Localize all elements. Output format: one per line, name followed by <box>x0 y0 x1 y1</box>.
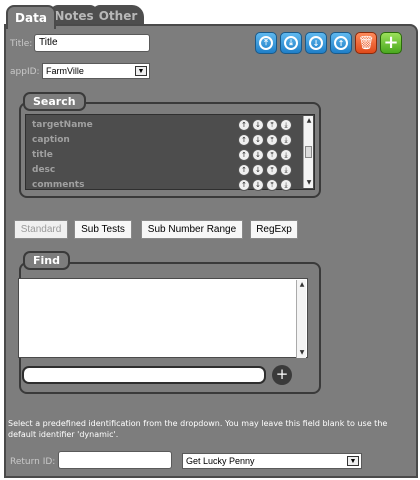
move-up-icon[interactable]: ↑ <box>238 178 250 191</box>
chevron-down-icon: ▼ <box>135 66 147 76</box>
move-top-icon[interactable]: ⤒ <box>266 118 278 131</box>
move-up-icon: ↑ <box>334 36 348 50</box>
row-actions: ↑ ↓ ⤒ ⤓ <box>238 148 292 161</box>
sub-number-range-button[interactable]: Sub Number Range <box>141 220 243 239</box>
tab-label: Other <box>98 9 138 23</box>
scroll-up-icon[interactable]: ▲ <box>304 116 314 126</box>
help-text: Select a predefined identification from … <box>8 419 388 439</box>
move-up-button[interactable]: ↑ <box>330 32 352 54</box>
standard-button[interactable]: Standard <box>14 220 68 239</box>
list-item[interactable]: desc ↑ ↓ ⤒ ⤓ <box>32 162 300 177</box>
appid-label: appID: <box>10 67 40 77</box>
move-up-icon[interactable]: ↑ <box>238 163 250 176</box>
tab-data[interactable]: Data <box>6 5 56 29</box>
move-down-button[interactable]: ↓ <box>305 32 327 54</box>
expand-button[interactable]: ⤓ <box>280 32 302 54</box>
data-panel: Title: Title appID: FarmVille ▼ ⤒ ⤓ ↓ ↑ … <box>4 24 418 478</box>
textarea-scrollbar[interactable]: ▲ ▼ <box>296 280 306 358</box>
plus-icon: + <box>275 365 289 383</box>
scroll-down-icon[interactable]: ▼ <box>304 178 314 188</box>
row-actions: ↑ ↓ ⤒ ⤓ <box>238 118 292 131</box>
collapse-button[interactable]: ⤒ <box>255 32 277 54</box>
find-textarea[interactable]: ▲ ▼ <box>18 278 308 358</box>
field-name: caption <box>32 134 70 145</box>
field-name: targetName <box>32 119 93 130</box>
move-down-icon[interactable]: ↓ <box>252 133 264 146</box>
list-item[interactable]: title ↑ ↓ ⤒ ⤓ <box>32 147 300 162</box>
field-name: comments <box>32 179 85 190</box>
add-button[interactable]: + <box>380 32 402 54</box>
search-section: targetName ↑ ↓ ⤒ ⤓ caption ↑ ↓ ⤒ ⤓ title <box>19 102 321 198</box>
find-input[interactable] <box>22 366 266 384</box>
find-section-title: Find <box>23 251 70 270</box>
field-name: desc <box>32 164 56 175</box>
tab-label: Notes <box>54 9 94 23</box>
move-bottom-icon[interactable]: ⤓ <box>280 133 292 146</box>
search-section-title: Search <box>23 92 86 111</box>
title-input[interactable]: Title <box>34 34 150 52</box>
row-actions: ↑ ↓ ⤒ ⤓ <box>238 133 292 146</box>
appid-value: FarmVille <box>46 66 84 76</box>
delete-button[interactable]: 🗑 <box>355 32 377 54</box>
list-scrollbar[interactable]: ▲ ▼ <box>303 116 313 188</box>
return-id-label: Return ID: <box>10 457 56 467</box>
appid-select[interactable]: FarmVille ▼ <box>42 63 150 79</box>
collapse-icon: ⤒ <box>259 36 273 50</box>
regexp-button[interactable]: RegExp <box>250 220 298 239</box>
move-top-icon[interactable]: ⤒ <box>266 178 278 191</box>
move-down-icon[interactable]: ↓ <box>252 178 264 191</box>
tab-label: Data <box>15 11 47 25</box>
list-item[interactable]: comments ↑ ↓ ⤒ ⤓ <box>32 177 300 192</box>
return-id-select[interactable]: Get Lucky Penny ▼ <box>182 453 362 469</box>
chevron-down-icon: ▼ <box>347 456 359 466</box>
title-label: Title: <box>10 39 33 49</box>
move-top-icon[interactable]: ⤒ <box>266 148 278 161</box>
move-down-icon[interactable]: ↓ <box>252 118 264 131</box>
move-bottom-icon[interactable]: ⤓ <box>280 163 292 176</box>
scroll-down-icon[interactable]: ▼ <box>297 348 307 358</box>
row-actions: ↑ ↓ ⤒ ⤓ <box>238 163 292 176</box>
move-bottom-icon[interactable]: ⤓ <box>280 118 292 131</box>
move-up-icon[interactable]: ↑ <box>238 118 250 131</box>
move-down-icon[interactable]: ↓ <box>252 148 264 161</box>
field-name: title <box>32 149 53 160</box>
move-down-icon[interactable]: ↓ <box>252 163 264 176</box>
add-find-button[interactable]: + <box>272 365 292 385</box>
move-up-icon[interactable]: ↑ <box>238 133 250 146</box>
row-actions: ↑ ↓ ⤒ ⤓ <box>238 178 292 191</box>
move-top-icon[interactable]: ⤒ <box>266 163 278 176</box>
move-bottom-icon[interactable]: ⤓ <box>280 148 292 161</box>
search-field-list[interactable]: targetName ↑ ↓ ⤒ ⤓ caption ↑ ↓ ⤒ ⤓ title <box>25 114 315 192</box>
move-down-icon: ↓ <box>309 36 323 50</box>
scroll-thumb[interactable] <box>305 146 312 158</box>
expand-icon: ⤓ <box>284 36 298 50</box>
add-icon: + <box>383 32 399 53</box>
move-up-icon[interactable]: ↑ <box>238 148 250 161</box>
move-top-icon[interactable]: ⤒ <box>266 133 278 146</box>
scroll-up-icon[interactable]: ▲ <box>297 280 307 290</box>
return-id-input[interactable] <box>58 451 172 469</box>
trash-icon: 🗑 <box>357 35 375 51</box>
list-item[interactable]: targetName ↑ ↓ ⤒ ⤓ <box>32 117 300 132</box>
list-item[interactable]: caption ↑ ↓ ⤒ ⤓ <box>32 132 300 147</box>
return-id-dropdown-value: Get Lucky Penny <box>186 456 255 466</box>
sub-tests-button[interactable]: Sub Tests <box>74 220 132 239</box>
move-bottom-icon[interactable]: ⤓ <box>280 178 292 191</box>
